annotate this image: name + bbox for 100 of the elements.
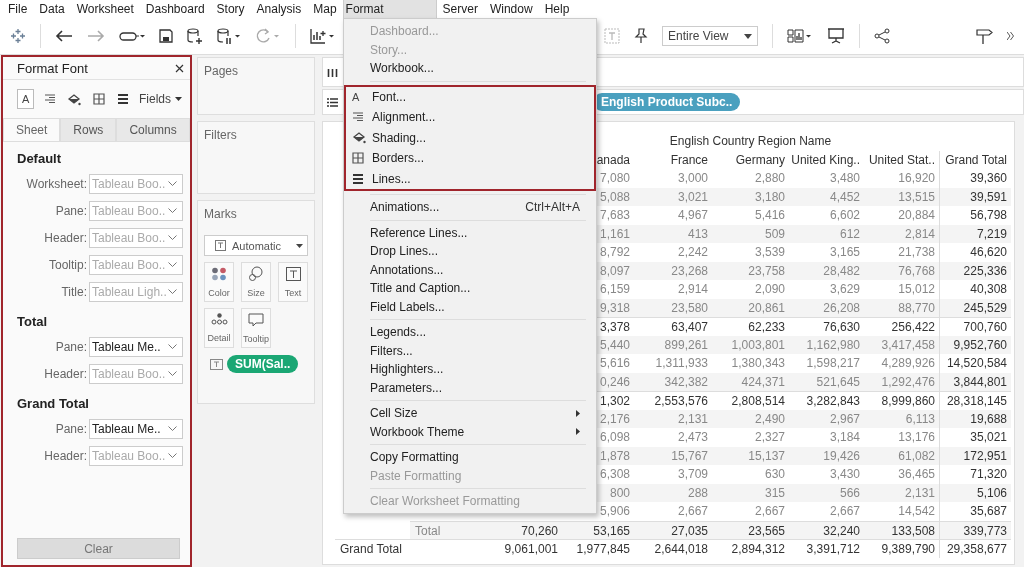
overflow-chevron-icon[interactable] bbox=[1007, 32, 1014, 40]
menu-bar-item[interactable]: Data bbox=[33, 0, 71, 18]
field-label: Worksheet: bbox=[25, 176, 88, 191]
connector-icon[interactable] bbox=[119, 29, 145, 43]
pause-database-icon[interactable] bbox=[217, 28, 241, 44]
section-heading: Grand Total bbox=[16, 395, 90, 413]
back-arrow-icon[interactable] bbox=[55, 29, 73, 43]
share-icon[interactable] bbox=[874, 28, 890, 44]
add-database-icon[interactable] bbox=[187, 28, 203, 44]
text-mark-icon bbox=[215, 240, 226, 251]
table-cell: 1,977,845 bbox=[562, 539, 634, 558]
text-mark-icon bbox=[210, 358, 223, 370]
column-group-header: English Country Region Name bbox=[668, 133, 833, 150]
chevron-icon bbox=[168, 426, 177, 431]
speech-bubble-icon bbox=[248, 312, 264, 327]
field-label: Title: bbox=[60, 284, 88, 299]
text-icon bbox=[285, 266, 301, 281]
caret-icon bbox=[296, 243, 303, 248]
section-heading: Default bbox=[16, 150, 63, 168]
menu-bar-item[interactable]: File bbox=[2, 0, 34, 18]
borders-icon bbox=[92, 93, 105, 105]
table-cell: 70,260 bbox=[485, 520, 562, 539]
chevron-icon bbox=[168, 235, 177, 240]
chevron-icon bbox=[168, 181, 177, 186]
menu-bar-item[interactable]: Analysis bbox=[250, 0, 308, 18]
menu-bar-item[interactable]: Help bbox=[538, 0, 576, 18]
pin-icon[interactable] bbox=[634, 28, 648, 44]
marks-button[interactable]: Size bbox=[241, 262, 271, 302]
menu-bar-item[interactable]: Server bbox=[436, 0, 484, 18]
menu-bar-item[interactable]: Story bbox=[210, 0, 251, 18]
field-label: Header: bbox=[43, 448, 88, 463]
column-header: anada bbox=[595, 151, 631, 169]
chevron-icon bbox=[168, 344, 177, 349]
table-cell: 8,999,860 bbox=[864, 391, 939, 410]
column-header: France bbox=[669, 151, 709, 169]
table-cell: 3,282,843 bbox=[789, 391, 864, 410]
menu-bar-item[interactable]: Window bbox=[483, 0, 539, 18]
menu-bar-item[interactable]: Dashboard bbox=[139, 0, 211, 18]
chevron-icon bbox=[168, 289, 177, 294]
caret-icon bbox=[175, 97, 182, 101]
font-dropdown[interactable]: Tableau Me.. bbox=[89, 418, 183, 439]
lines-icon bbox=[352, 172, 364, 185]
table-cell: 63,407 bbox=[634, 317, 712, 336]
marks-button[interactable]: Color bbox=[204, 262, 234, 302]
menu-item[interactable]: Borders... bbox=[346, 148, 594, 169]
menu-item[interactable]: A Font... bbox=[346, 86, 594, 107]
field-label: Pane: bbox=[54, 203, 88, 218]
font-dropdown[interactable]: Tableau Me.. bbox=[89, 336, 183, 357]
table-cell: 9,061,001 bbox=[485, 539, 562, 558]
table-cell: 256,422 bbox=[864, 317, 939, 336]
color-dots-icon bbox=[211, 266, 227, 281]
table-cell: 2,644,018 bbox=[634, 539, 712, 558]
marks-button[interactable]: Detail bbox=[204, 308, 234, 348]
chevron-icon bbox=[168, 262, 177, 267]
column-header: Germany bbox=[734, 151, 786, 169]
marks-button[interactable]: Tooltip bbox=[241, 308, 271, 348]
submenu-arrow-icon bbox=[576, 409, 580, 417]
menu-item[interactable]: Shading... bbox=[346, 127, 594, 148]
logo-icon[interactable] bbox=[10, 28, 26, 44]
panel-title: Format Font bbox=[17, 60, 88, 76]
field-label: Header: bbox=[43, 366, 88, 381]
table-cell: 29,358,677 bbox=[939, 539, 1011, 558]
column-header: United Stat.. bbox=[867, 151, 936, 169]
paint-bucket-icon bbox=[67, 92, 82, 106]
format-type-tab[interactable]: A bbox=[17, 89, 35, 109]
fit-dropdown[interactable]: Entire View bbox=[662, 26, 758, 46]
chevron-icon bbox=[168, 208, 177, 213]
align-icon bbox=[352, 111, 364, 124]
field-label: Pane: bbox=[54, 339, 88, 354]
menu-item[interactable]: Workbook... bbox=[344, 59, 596, 78]
borders-icon bbox=[352, 152, 364, 165]
close-icon[interactable] bbox=[175, 63, 184, 73]
section-heading: Total bbox=[16, 313, 49, 331]
table-cell: 700,760 bbox=[939, 317, 1011, 336]
new-worksheet-icon[interactable] bbox=[310, 28, 336, 44]
menu-bar-item[interactable]: Worksheet bbox=[70, 0, 140, 18]
submenu-arrow-icon bbox=[576, 428, 580, 436]
menu-item[interactable]: Alignment... bbox=[346, 107, 594, 128]
detail-dots-icon bbox=[210, 313, 228, 325]
tab[interactable]: Rows bbox=[60, 118, 117, 141]
show-me-icon[interactable] bbox=[787, 28, 813, 44]
table-cell: 62,233 bbox=[712, 317, 789, 336]
signpost-icon[interactable] bbox=[975, 27, 993, 45]
mark-type-dropdown[interactable]: Automatic bbox=[204, 235, 308, 256]
tab[interactable]: Sheet bbox=[3, 118, 61, 141]
menu-bar-item[interactable]: Map bbox=[307, 0, 343, 18]
card-title: Marks bbox=[204, 207, 238, 221]
size-circles-icon bbox=[248, 266, 264, 282]
font-icon: A bbox=[22, 93, 30, 105]
marks-button[interactable]: Text bbox=[278, 262, 308, 302]
lines-icon bbox=[117, 93, 130, 105]
fields-dropdown[interactable]: Fields bbox=[139, 92, 182, 106]
tab[interactable]: Columns bbox=[116, 118, 190, 141]
table-cell: 9,389,790 bbox=[864, 539, 939, 558]
table-cell: 2,553,576 bbox=[634, 391, 712, 410]
presentation-icon[interactable] bbox=[827, 28, 845, 44]
rows-icon bbox=[327, 96, 338, 108]
save-icon[interactable] bbox=[159, 29, 173, 43]
table-cell: 28,318,145 bbox=[939, 391, 1011, 410]
columns-icon bbox=[327, 66, 338, 78]
